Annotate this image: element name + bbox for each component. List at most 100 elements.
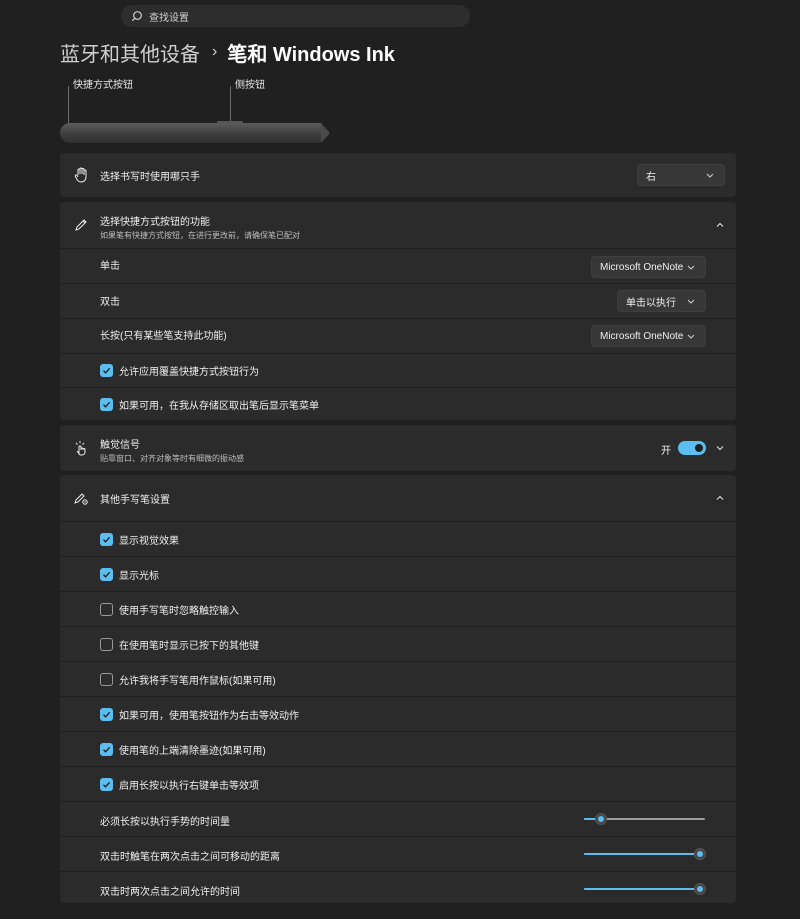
slider-row: 必须长按以执行手势的时间量 <box>60 801 736 836</box>
checkmark-icon <box>103 367 111 374</box>
slider-thumb[interactable] <box>595 813 607 825</box>
search-box[interactable]: 查找设置 <box>121 5 470 27</box>
haptics-title: 触觉信号 <box>100 440 140 451</box>
chevron-up-icon[interactable] <box>714 492 726 504</box>
option-label: 显示光标 <box>119 570 159 582</box>
show-cursor-checkbox[interactable] <box>100 568 113 581</box>
option-row: 使用手写笔时忽略触控输入 <box>60 591 736 626</box>
option-label: 允许我将手写笔用作鼠标(如果可用) <box>119 675 276 687</box>
pen-as-mouse-checkbox[interactable] <box>100 673 113 686</box>
handedness-row: 选择书写时使用哪只手 右 <box>60 153 736 197</box>
single-click-label: 单击 <box>100 261 120 272</box>
long-press-right-click-checkbox[interactable] <box>100 778 113 791</box>
show-menu-checkbox[interactable] <box>100 398 113 411</box>
pen-settings-icon <box>73 490 89 506</box>
haptic-icon <box>73 440 89 456</box>
other-settings-header[interactable]: 其他手写笔设置 <box>60 475 736 521</box>
pen-illustration: 快捷方式按钮 侧按钮 <box>60 72 340 148</box>
slider-label: 必须长按以执行手势的时间量 <box>100 817 230 828</box>
checkmark-icon <box>103 571 111 578</box>
double-tap-time-slider[interactable] <box>584 882 706 896</box>
option-row: 使用笔的上端清除墨迹(如果可用) <box>60 731 736 766</box>
slider-thumb[interactable] <box>694 848 706 860</box>
long-press-dropdown[interactable]: Microsoft OneNote <box>591 325 706 347</box>
toggle-knob <box>695 444 703 452</box>
haptics-description: 贴靠窗口、对齐对象等时有细微的振动感 <box>100 454 244 463</box>
single-click-row: 单击 Microsoft OneNote <box>60 248 736 283</box>
option-label: 显示视觉效果 <box>119 535 179 547</box>
search-icon <box>131 11 142 22</box>
haptics-toggle[interactable] <box>678 441 706 455</box>
slider-fill <box>584 853 700 855</box>
option-row: 显示视觉效果 <box>60 521 736 556</box>
chevron-down-icon <box>687 265 695 270</box>
allow-override-checkbox[interactable] <box>100 364 113 377</box>
handedness-value: 右 <box>646 171 656 183</box>
chevron-up-icon[interactable] <box>714 219 726 231</box>
single-click-dropdown[interactable]: Microsoft OneNote <box>591 256 706 278</box>
long-press-time-slider[interactable] <box>584 812 705 826</box>
pen-side-button-label: 侧按钮 <box>235 80 265 91</box>
chevron-down-icon[interactable] <box>714 442 726 454</box>
checkmark-icon <box>103 536 111 543</box>
chevron-down-icon <box>687 299 695 304</box>
slider-label: 双击时触笔在两次点击之间可移动的距离 <box>100 852 280 863</box>
option-row: 在使用笔时显示已按下的其他键 <box>60 626 736 661</box>
pen-shortcut-button-label: 快捷方式按钮 <box>73 80 133 91</box>
hand-icon <box>73 167 89 183</box>
option-label: 使用手写笔时忽略触控输入 <box>119 605 239 617</box>
checkmark-icon <box>103 746 111 753</box>
slider-label: 双击时两次点击之间允许的时间 <box>100 887 240 898</box>
haptics-row[interactable]: 触觉信号 贴靠窗口、对齐对象等时有细微的振动感 开 <box>60 425 736 471</box>
long-press-row: 长按(只有某些笔支持此功能) Microsoft OneNote <box>60 318 736 353</box>
handedness-label: 选择书写时使用哪只手 <box>100 171 200 183</box>
search-placeholder: 查找设置 <box>149 12 189 24</box>
chevron-down-icon <box>706 173 714 178</box>
breadcrumb-chevron-icon: › <box>212 43 218 60</box>
pen-shortcut-pointer <box>68 86 69 126</box>
double-click-label: 双击 <box>100 297 120 308</box>
option-row: 显示光标 <box>60 556 736 591</box>
double-click-row: 双击 单击以执行 <box>60 283 736 318</box>
pen-icon <box>73 217 89 233</box>
breadcrumb-parent[interactable]: 蓝牙和其他设备 <box>60 38 200 67</box>
other-settings-card: 其他手写笔设置 显示视觉效果 显示光标 使用手写笔时忽略触控输入 在使用笔时显示… <box>60 475 736 903</box>
shortcut-title: 选择快捷方式按钮的功能 <box>100 217 210 228</box>
checkmark-icon <box>103 781 111 788</box>
option-label: 在使用笔时显示已按下的其他键 <box>119 640 259 652</box>
double-tap-distance-slider[interactable] <box>584 847 706 861</box>
long-press-label: 长按(只有某些笔支持此功能) <box>100 331 227 342</box>
pen-tip <box>321 123 330 143</box>
haptics-card: 触觉信号 贴靠窗口、对齐对象等时有细微的振动感 开 <box>60 425 736 471</box>
shortcut-card: 选择快捷方式按钮的功能 如果笔有快捷方式按钮，在进行更改前，请确保笔已配对 单击… <box>60 202 736 420</box>
breadcrumb: 蓝牙和其他设备 › 笔和 Windows Ink <box>60 38 395 66</box>
option-row: 如果可用，使用笔按钮作为右击等效动作 <box>60 696 736 731</box>
option-row: 启用长按以执行右键单击等效项 <box>60 766 736 801</box>
ignore-touch-checkbox[interactable] <box>100 603 113 616</box>
show-visual-effects-checkbox[interactable] <box>100 533 113 546</box>
handedness-dropdown[interactable]: 右 <box>637 164 725 186</box>
pen-side-pointer <box>230 86 231 121</box>
double-click-value: 单击以执行 <box>626 297 676 309</box>
eraser-end-checkbox[interactable] <box>100 743 113 756</box>
show-pressed-keys-checkbox[interactable] <box>100 638 113 651</box>
slider-thumb[interactable] <box>694 883 706 895</box>
option-row: 允许我将手写笔用作鼠标(如果可用) <box>60 661 736 696</box>
slider-fill <box>584 888 700 890</box>
slider-row: 双击时两次点击之间允许的时间 <box>60 871 736 907</box>
shortcut-description: 如果笔有快捷方式按钮，在进行更改前，请确保笔已配对 <box>100 231 300 240</box>
shortcut-header[interactable]: 选择快捷方式按钮的功能 如果笔有快捷方式按钮，在进行更改前，请确保笔已配对 <box>60 202 736 248</box>
checkmark-icon <box>103 711 111 718</box>
handedness-card: 选择书写时使用哪只手 右 <box>60 153 736 197</box>
double-click-dropdown[interactable]: 单击以执行 <box>617 290 706 312</box>
show-menu-row: 如果可用，在我从存储区取出笔后显示笔菜单 <box>60 387 736 420</box>
page-title: 笔和 Windows Ink <box>227 43 395 66</box>
slider-row: 双击时触笔在两次点击之间可移动的距离 <box>60 836 736 871</box>
haptics-toggle-label: 开 <box>661 446 671 457</box>
checkmark-icon <box>103 401 111 408</box>
option-label: 如果可用，使用笔按钮作为右击等效动作 <box>119 710 299 722</box>
other-settings-title: 其他手写笔设置 <box>100 494 170 506</box>
option-label: 使用笔的上端清除墨迹(如果可用) <box>119 745 266 757</box>
pen-button-right-click-checkbox[interactable] <box>100 708 113 721</box>
chevron-down-icon <box>687 334 695 339</box>
